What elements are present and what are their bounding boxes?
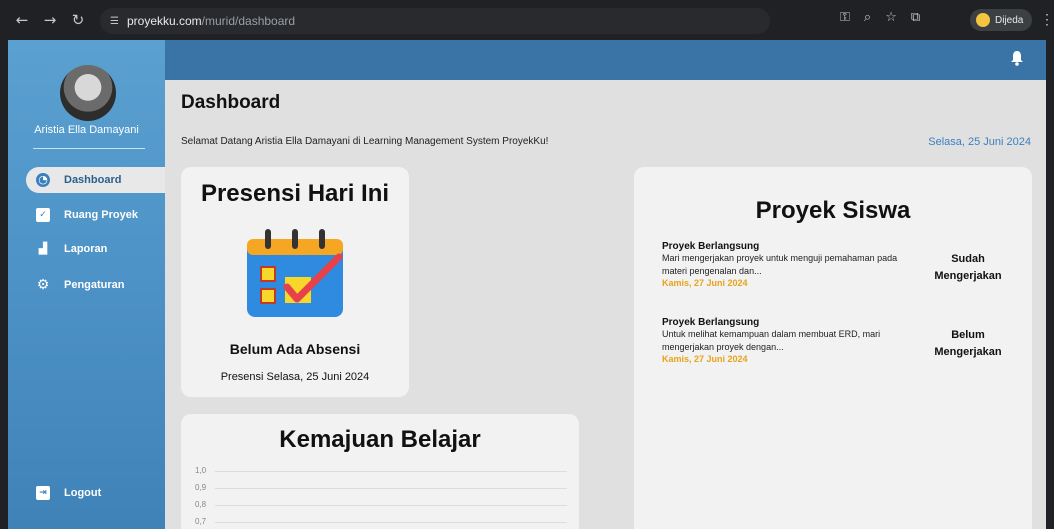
kemajuan-card: Kemajuan Belajar 1,0 0,9 0,8 0,7 — [181, 414, 579, 529]
sidebar-item-laporan[interactable]: ▟ Laporan — [26, 236, 165, 262]
profile-avatar-icon — [976, 13, 990, 27]
profile-name: Dijeda — [995, 14, 1024, 26]
sidebar-item-label: Laporan — [64, 243, 108, 255]
gridline — [215, 505, 567, 506]
site-settings-icon[interactable]: ☰ — [110, 16, 119, 27]
sidebar-item-label: Pengaturan — [64, 279, 125, 291]
reload-icon[interactable]: ↻ — [64, 11, 92, 29]
sidebar-user-name: Aristia Ella Damayani — [34, 124, 139, 136]
sidebar-item-label: Ruang Proyek — [64, 209, 138, 221]
gridline — [215, 488, 567, 489]
gridline — [215, 471, 567, 472]
y-tick-label: 0,8 — [195, 500, 207, 509]
proyek-card: Proyek Siswa Proyek Berlangsung Mari men… — [634, 167, 1032, 529]
page-title: Dashboard — [181, 92, 281, 113]
project-status: Belum Mengerjakan — [934, 329, 1002, 358]
y-tick-label: 0,9 — [195, 483, 207, 492]
logout-label: Logout — [64, 487, 102, 499]
sidebar: Aristia Ella Damayani ◔ Dashboard ✓ Ruan… — [8, 40, 165, 529]
project-item[interactable]: Proyek Berlangsung Untuk melihat kemampu… — [662, 317, 1022, 364]
presensi-card: Presensi Hari Ini Belum Ada Absensi Pres… — [181, 167, 409, 397]
password-key-icon[interactable]: ⚿ — [840, 10, 850, 25]
presensi-title: Presensi Hari Ini — [200, 180, 390, 207]
sidebar-item-label: Dashboard — [64, 174, 122, 186]
absensi-date: Presensi Selasa, 25 Juni 2024 — [220, 371, 370, 383]
url-host: proyekku.com — [126, 14, 202, 28]
address-bar[interactable]: ☰ proyekku.com/murid/dashboard — [100, 8, 770, 34]
bell-icon[interactable] — [1010, 50, 1024, 66]
sidebar-divider — [33, 148, 145, 149]
calendar-check-icon — [247, 229, 343, 317]
welcome-text: Selamat Datang Aristia Ella Damayani di … — [181, 136, 549, 147]
project-item[interactable]: Proyek Berlangsung Mari mengerjakan proy… — [662, 241, 1022, 288]
back-arrow-icon[interactable]: ← — [8, 11, 36, 29]
bookmark-star-icon[interactable]: ☆ — [885, 10, 897, 25]
chart-icon: ▟ — [38, 242, 48, 255]
forward-arrow-icon[interactable]: → — [36, 11, 64, 29]
gridline — [215, 522, 567, 523]
zoom-icon[interactable]: ⌕ — [864, 10, 871, 25]
sidebar-item-ruang-proyek[interactable]: ✓ Ruang Proyek — [26, 202, 165, 228]
file-icon: ✓ — [36, 208, 50, 222]
sidebar-item-pengaturan[interactable]: ⚙ Pengaturan — [26, 272, 165, 298]
dashboard-icon: ◔ — [36, 173, 50, 187]
menu-kebab-icon[interactable]: ⋮ — [1040, 11, 1054, 28]
sidebar-item-dashboard[interactable]: ◔ Dashboard — [26, 167, 165, 193]
project-status: Sudah Mengerjakan — [934, 253, 1002, 282]
y-tick-label: 0,7 — [195, 517, 207, 526]
project-desc: Untuk melihat kemampuan dalam membuat ER… — [662, 329, 881, 352]
project-desc: Mari mengerjakan proyek untuk menguji pe… — [662, 253, 898, 276]
kemajuan-title: Kemajuan Belajar — [279, 426, 481, 453]
url-path: /murid/dashboard — [201, 14, 296, 28]
topbar — [165, 40, 1046, 80]
y-tick-label: 1,0 — [195, 466, 207, 475]
logout-button[interactable]: ⇥ Logout — [26, 480, 165, 506]
profile-button[interactable]: Dijeda — [970, 9, 1032, 31]
browser-toolbar: ← → ↻ ☰ proyekku.com/murid/dashboard ⚿ ⌕… — [0, 0, 1054, 40]
avatar — [60, 65, 116, 121]
current-date: Selasa, 25 Juni 2024 — [928, 136, 1031, 148]
extensions-icon[interactable]: ⧉ — [911, 10, 920, 25]
proyek-title: Proyek Siswa — [755, 197, 911, 224]
page-viewport: Aristia Ella Damayani ◔ Dashboard ✓ Ruan… — [8, 40, 1046, 529]
logout-icon: ⇥ — [36, 486, 50, 500]
gear-icon: ⚙ — [36, 277, 50, 293]
absensi-status: Belum Ada Absensi — [229, 341, 361, 357]
